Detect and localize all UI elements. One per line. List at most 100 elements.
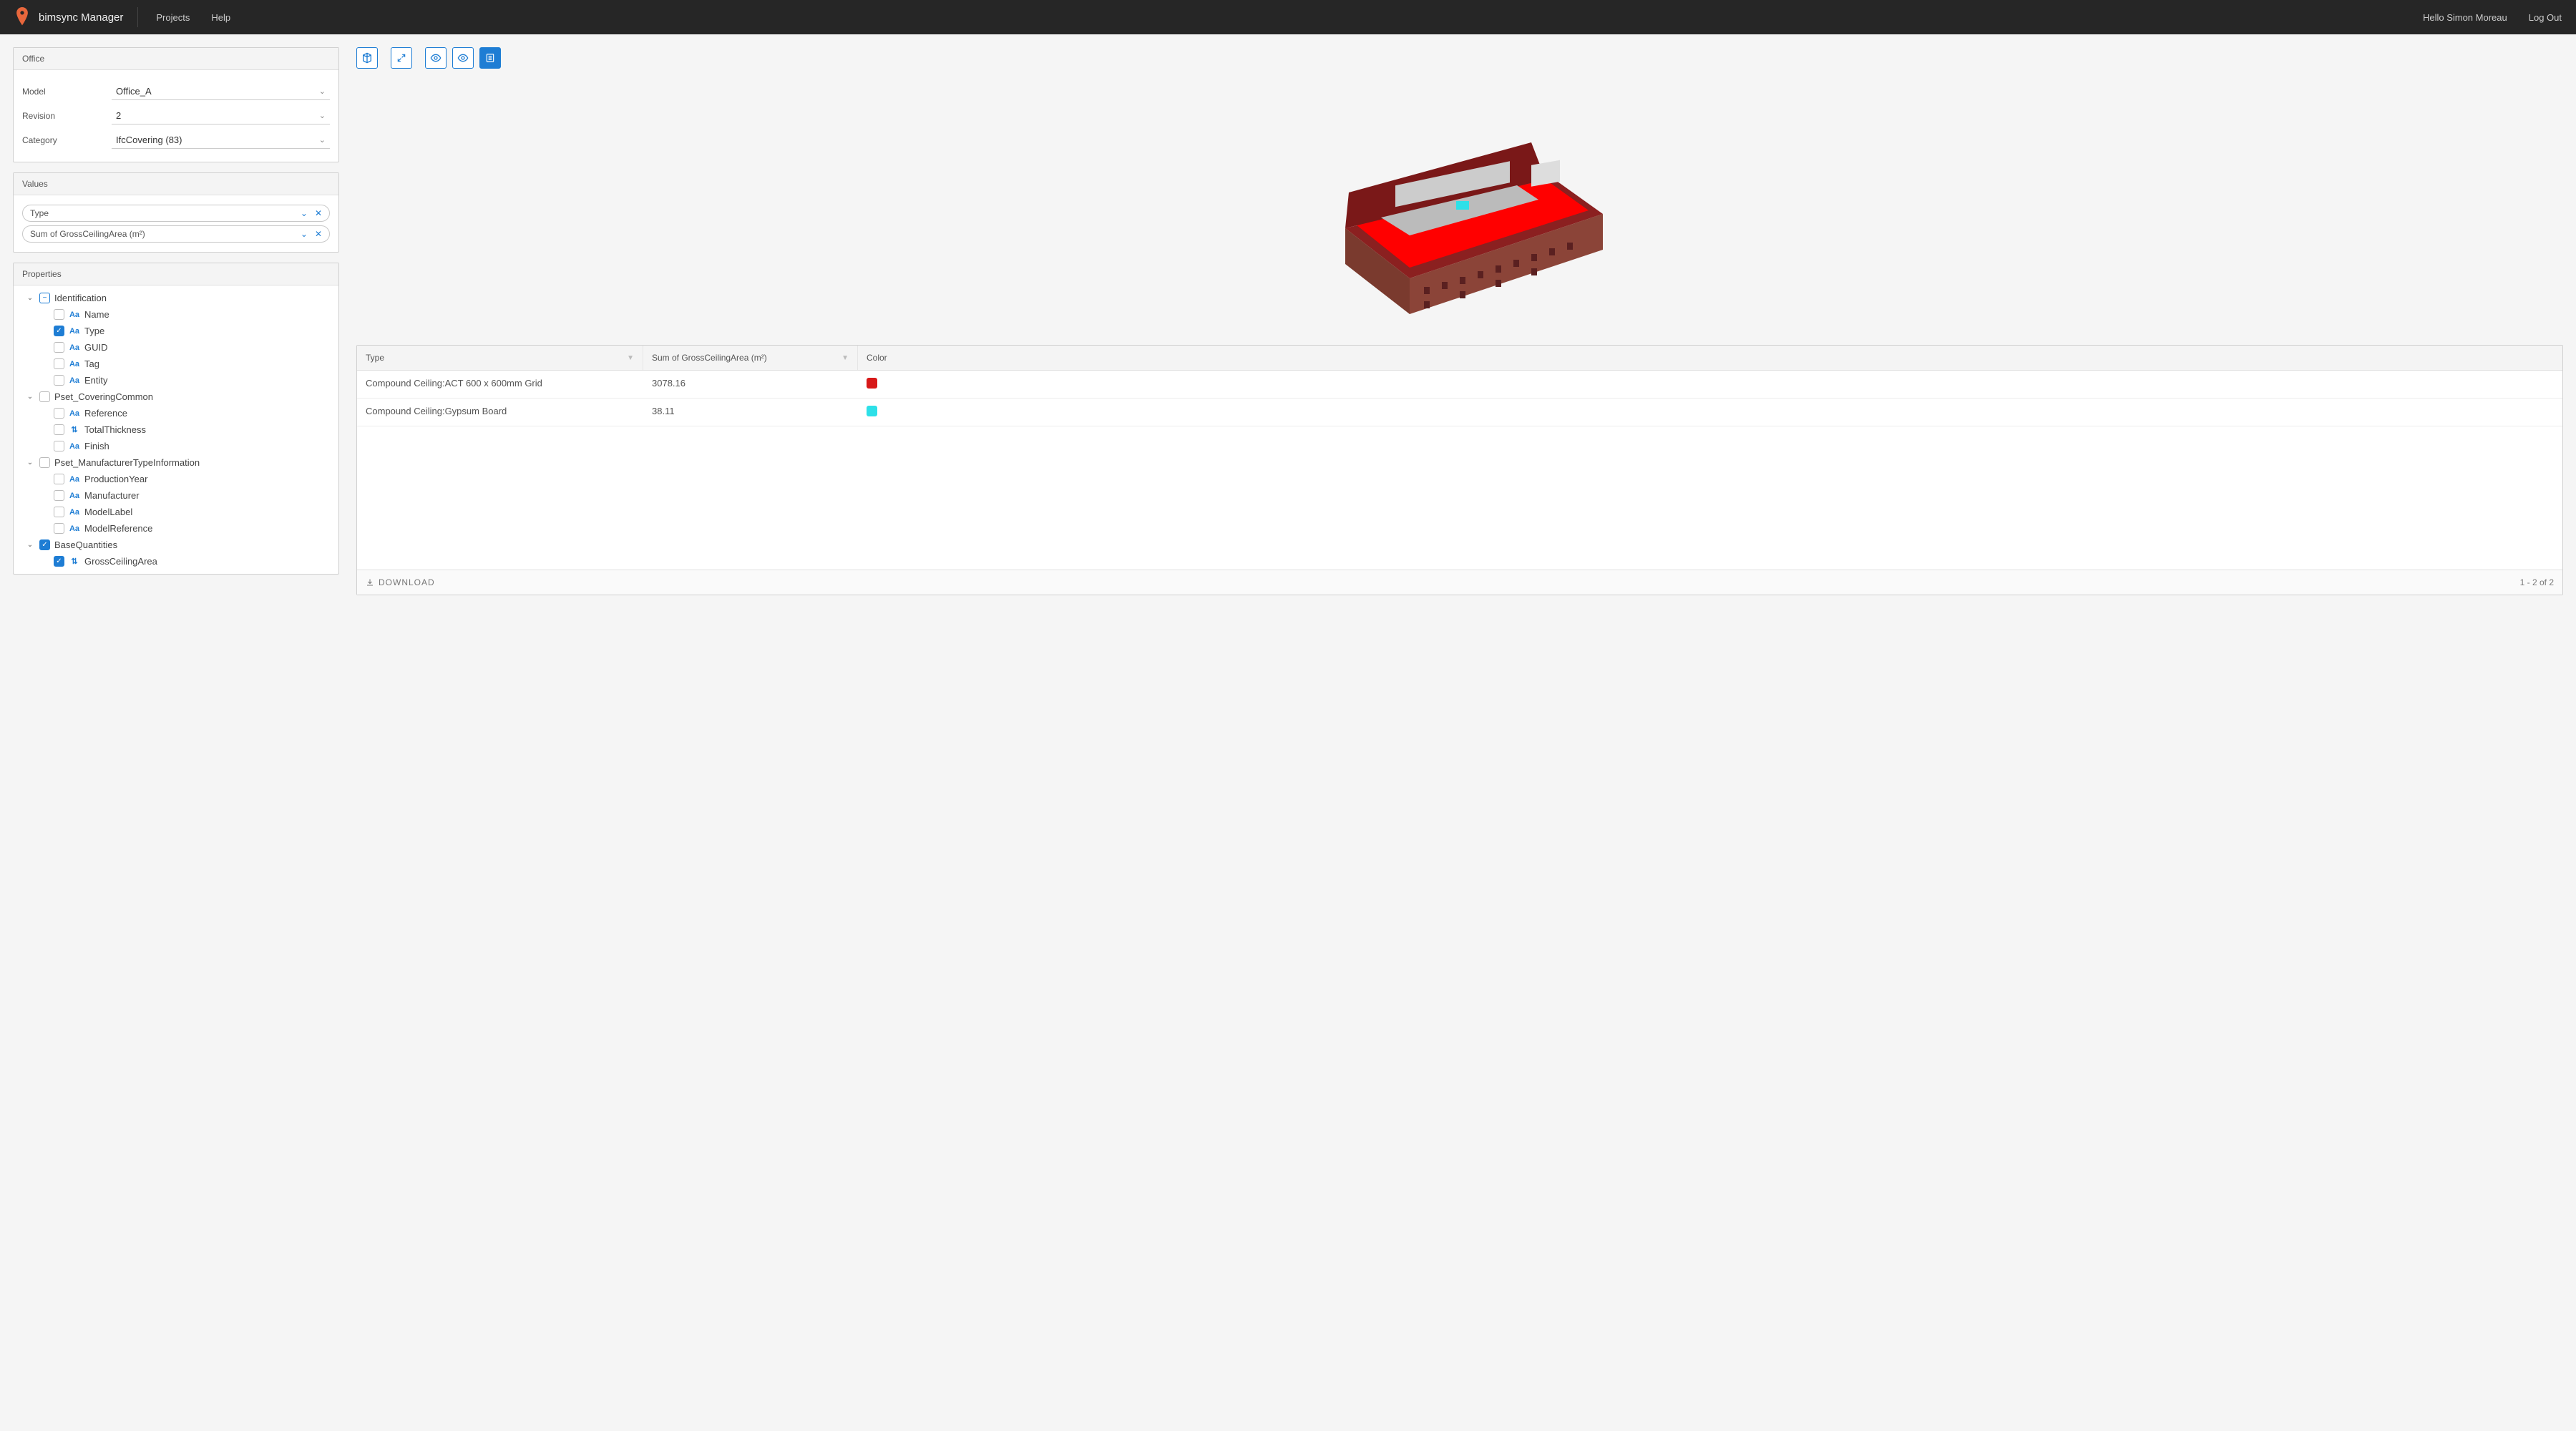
nav-projects[interactable]: Projects	[156, 12, 190, 23]
properties-panel: Properties ⌄ − Identification Aa Name ✓ …	[13, 263, 339, 575]
filter-icon[interactable]: ▼	[627, 354, 634, 362]
property-label: GrossCeilingArea	[84, 556, 157, 567]
3d-viewport[interactable]	[356, 74, 2563, 339]
checkbox[interactable]	[54, 424, 64, 435]
eye-button-2[interactable]	[452, 47, 474, 69]
property-item[interactable]: Aa Tag	[14, 356, 338, 372]
office-panel-header: Office	[14, 48, 338, 70]
checkbox[interactable]: ✓	[54, 326, 64, 336]
download-button[interactable]: DOWNLOAD	[366, 577, 435, 587]
property-group[interactable]: ⌄ ✓ BaseQuantities	[14, 537, 338, 553]
group-label: Pset_ManufacturerTypeInformation	[54, 457, 200, 468]
list-button[interactable]	[479, 47, 501, 69]
property-item[interactable]: Aa ModelLabel	[14, 504, 338, 520]
group-label: Identification	[54, 293, 107, 303]
text-icon: Aa	[69, 524, 80, 533]
model-select[interactable]: Office_A ⌄	[112, 83, 330, 100]
th-type[interactable]: Type ▼	[357, 346, 643, 370]
revision-select[interactable]: 2 ⌄	[112, 107, 330, 124]
eye-button-1[interactable]	[425, 47, 447, 69]
download-icon	[366, 578, 374, 587]
text-icon: Aa	[69, 475, 80, 484]
property-item[interactable]: Aa GUID	[14, 339, 338, 356]
th-color: Color	[858, 346, 2562, 370]
group-label: Pset_CoveringCommon	[54, 391, 153, 402]
text-icon: Aa	[69, 376, 80, 385]
text-icon: Aa	[69, 311, 80, 319]
user-greeting: Hello Simon Moreau	[2423, 12, 2507, 23]
caret-icon[interactable]: ⌄	[25, 393, 35, 401]
property-item[interactable]: Aa Finish	[14, 438, 338, 454]
property-item[interactable]: ✓ Aa Type	[14, 323, 338, 339]
checkbox[interactable]	[39, 391, 50, 402]
sidebar: Office Model Office_A ⌄ Revision 2 ⌄	[13, 47, 339, 595]
text-icon: Aa	[69, 508, 80, 517]
nav-links: Projects Help	[156, 12, 230, 23]
property-label: Entity	[84, 375, 108, 386]
th-sum[interactable]: Sum of GrossCeilingArea (m²) ▼	[643, 346, 858, 370]
cell-color	[858, 371, 2562, 398]
property-item[interactable]: ⇅ TotalThickness	[14, 421, 338, 438]
checkbox[interactable]	[54, 358, 64, 369]
checkbox[interactable]	[54, 490, 64, 501]
value-pill[interactable]: Type ⌄ ✕	[22, 205, 330, 222]
checkbox[interactable]	[54, 375, 64, 386]
checkbox[interactable]	[54, 309, 64, 320]
caret-icon[interactable]: ⌄	[25, 294, 35, 302]
property-group[interactable]: ⌄ − Identification	[14, 290, 338, 306]
property-item[interactable]: Aa Manufacturer	[14, 487, 338, 504]
cell-sum: 3078.16	[643, 371, 858, 398]
checkbox[interactable]	[54, 342, 64, 353]
property-item[interactable]: Aa Entity	[14, 372, 338, 389]
chevron-down-icon[interactable]: ⌄	[301, 229, 308, 239]
text-icon: Aa	[69, 327, 80, 336]
app-title: bimsync Manager	[39, 11, 123, 24]
filter-icon[interactable]: ▼	[841, 354, 849, 362]
checkbox[interactable]: ✓	[54, 556, 64, 567]
numeric-icon: ⇅	[69, 557, 80, 566]
values-panel: Values Type ⌄ ✕ Sum of GrossCeilingArea …	[13, 172, 339, 253]
close-icon[interactable]: ✕	[315, 229, 322, 239]
caret-icon[interactable]: ⌄	[25, 459, 35, 467]
checkbox[interactable]	[39, 457, 50, 468]
property-group[interactable]: ⌄ Pset_CoveringCommon	[14, 389, 338, 405]
color-swatch	[867, 406, 877, 416]
property-label: Type	[84, 326, 104, 336]
checkbox[interactable]	[54, 408, 64, 419]
checkbox[interactable]: −	[39, 293, 50, 303]
property-item[interactable]: Aa Name	[14, 306, 338, 323]
text-icon: Aa	[69, 343, 80, 352]
table-row[interactable]: Compound Ceiling:Gypsum Board 38.11	[357, 399, 2562, 426]
cell-color	[858, 399, 2562, 426]
checkbox[interactable]	[54, 523, 64, 534]
properties-panel-header: Properties	[14, 263, 338, 285]
caret-icon[interactable]: ⌄	[25, 541, 35, 549]
property-label: Finish	[84, 441, 109, 451]
content-area: Type ▼ Sum of GrossCeilingArea (m²) ▼ Co…	[356, 47, 2563, 595]
nav-help[interactable]: Help	[211, 12, 230, 23]
property-label: ProductionYear	[84, 474, 147, 484]
cell-type: Compound Ceiling:ACT 600 x 600mm Grid	[357, 371, 643, 398]
close-icon[interactable]: ✕	[315, 208, 322, 218]
numeric-icon: ⇅	[69, 425, 80, 434]
category-select[interactable]: IfcCovering (83) ⌄	[112, 132, 330, 149]
revision-value: 2	[116, 110, 121, 121]
expand-button[interactable]	[391, 47, 412, 69]
value-pill[interactable]: Sum of GrossCeilingArea (m²) ⌄ ✕	[22, 225, 330, 243]
checkbox[interactable]	[54, 474, 64, 484]
property-label: Tag	[84, 358, 99, 369]
logout-link[interactable]: Log Out	[2529, 12, 2562, 23]
checkbox[interactable]	[54, 507, 64, 517]
table-row[interactable]: Compound Ceiling:ACT 600 x 600mm Grid 30…	[357, 371, 2562, 399]
checkbox[interactable]	[54, 441, 64, 451]
text-icon: Aa	[69, 492, 80, 500]
property-group[interactable]: ⌄ Pset_ManufacturerTypeInformation	[14, 454, 338, 471]
chevron-down-icon[interactable]: ⌄	[301, 208, 308, 218]
cube-button[interactable]	[356, 47, 378, 69]
property-item[interactable]: ✓ ⇅ GrossCeilingArea	[14, 553, 338, 570]
property-label: TotalThickness	[84, 424, 146, 435]
property-item[interactable]: Aa Reference	[14, 405, 338, 421]
property-item[interactable]: Aa ProductionYear	[14, 471, 338, 487]
checkbox[interactable]: ✓	[39, 539, 50, 550]
property-item[interactable]: Aa ModelReference	[14, 520, 338, 537]
